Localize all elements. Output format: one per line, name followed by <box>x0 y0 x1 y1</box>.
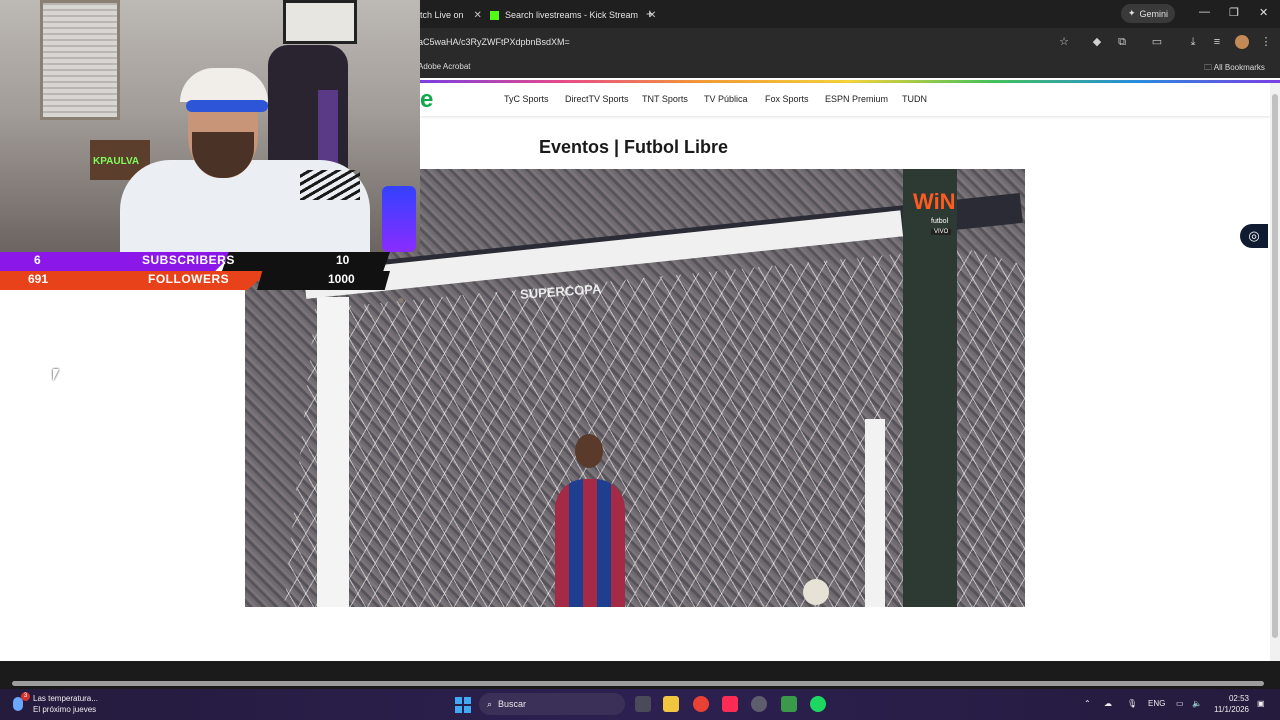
close-tab-icon[interactable]: ✕ <box>474 10 482 21</box>
task-view-icon[interactable] <box>635 696 651 712</box>
all-bookmarks-button[interactable]: 🗀 All Bookmarks <box>1204 62 1265 76</box>
all-bookmarks-label: All Bookmarks <box>1213 63 1265 72</box>
volume-icon[interactable]: 🔈 <box>1192 699 1202 708</box>
windows-start-icon[interactable] <box>455 697 471 713</box>
file-explorer-icon[interactable] <box>663 696 679 712</box>
notification-icon[interactable]: ▣ <box>1257 699 1265 708</box>
followers-label: FOLLOWERS <box>148 272 230 286</box>
weather-badge: 3 <box>21 692 30 701</box>
cap-brim <box>186 100 268 112</box>
followers-count: 691 <box>28 272 49 286</box>
tab-label: Search livestreams - Kick Stream <box>505 10 639 20</box>
nav-directtv-sports[interactable]: DirectTV Sports <box>565 94 629 104</box>
tab-label: tch Live on <box>420 10 464 20</box>
sparkle-icon: ✦ <box>1127 8 1136 18</box>
weather-line-2: El próximo jueves <box>33 705 97 714</box>
jersey-stripes <box>300 170 360 200</box>
gemini-label: Gemini <box>1139 8 1169 19</box>
live-tag: VIVO <box>931 229 952 235</box>
horizontal-scroll-thumb[interactable] <box>12 681 1264 686</box>
bookmark-star-icon[interactable]: ☆ <box>1057 35 1071 49</box>
profile-avatar[interactable] <box>1235 35 1249 49</box>
followers-progress-rest <box>257 271 390 290</box>
close-window-icon[interactable]: ✕ <box>1259 6 1268 19</box>
nav-tnt-sports[interactable]: TNT Sports <box>642 94 688 104</box>
football <box>803 579 829 605</box>
broadcaster-logo: WiN <box>913 189 956 214</box>
tab-twitch[interactable]: tch Live on ✕ <box>420 4 482 26</box>
restore-icon[interactable]: ❐ <box>1229 6 1239 19</box>
search-placeholder: Buscar <box>498 699 527 709</box>
mouse-cursor <box>53 369 59 381</box>
cast-icon[interactable]: ▭ <box>1150 35 1164 49</box>
url-field[interactable]: aC5waHA/c3RyZWFtPXdpbnBsdXM= <box>418 37 570 47</box>
player-figure <box>555 479 625 607</box>
tiktok-icon[interactable] <box>722 696 738 712</box>
followers-goal: 1000 <box>328 272 355 286</box>
taskbar-clock[interactable]: 02:53 11/1/2026 <box>1214 693 1249 715</box>
webcam-overlay: KPAULVA <box>0 0 420 252</box>
rgb-speaker <box>382 186 416 252</box>
clock-time: 02:53 <box>1228 694 1249 703</box>
vertical-scroll-thumb[interactable] <box>1272 94 1278 638</box>
nav-espn-premium[interactable]: ESPN Premium <box>825 94 888 104</box>
extension-diamond-icon[interactable]: ◆ <box>1090 35 1104 49</box>
tab-kick-search[interactable]: Search livestreams - Kick Stream ✕ <box>490 4 656 26</box>
site-logo[interactable]: e <box>420 86 433 114</box>
accessibility-widget-icon[interactable]: ◎ <box>1240 224 1268 248</box>
player-head <box>575 434 603 468</box>
clock-date: 11/1/2026 <box>1214 705 1249 714</box>
chrome-icon[interactable] <box>693 696 709 712</box>
nav-tudn[interactable]: TUDN <box>902 94 927 104</box>
search-icon: ⌕ <box>487 698 493 709</box>
microphone-icon[interactable]: 🎙 <box>1127 699 1137 708</box>
subscribers-goal-bar: 6 SUBSCRIBERS 10 <box>0 252 390 271</box>
taskbar-search[interactable]: ⌕ Buscar <box>479 693 625 715</box>
new-tab-button[interactable]: + <box>646 6 654 21</box>
nav-fox-sports[interactable]: Fox Sports <box>765 94 809 104</box>
goal-post-right <box>865 419 885 607</box>
extensions-puzzle-icon[interactable]: ⧉ <box>1115 35 1129 49</box>
subscribers-count: 6 <box>34 253 41 267</box>
network-icon[interactable]: ▭ <box>1176 699 1184 708</box>
goal-post-left <box>317 297 349 607</box>
weather-widget[interactable]: Las temperatura... El próximo jueves <box>33 693 98 715</box>
window-blinds <box>40 0 120 120</box>
followers-goal-bar: 691 FOLLOWERS 1000 <box>0 271 390 290</box>
folder-icon: 🗀 <box>1204 63 1212 72</box>
reading-list-icon[interactable]: ≡ <box>1210 35 1224 49</box>
onedrive-icon[interactable]: ☁ <box>1104 699 1112 708</box>
wall-poster <box>283 0 357 44</box>
more-menu-icon[interactable]: ⋮ <box>1259 35 1273 49</box>
page-title: Eventos | Futbol Libre <box>539 137 729 157</box>
subscribers-goal: 10 <box>336 253 350 267</box>
subscribers-progress-rest <box>222 252 390 271</box>
nav-tyc-sports[interactable]: TyC Sports <box>504 94 549 104</box>
kick-icon <box>490 10 499 20</box>
spotify-icon[interactable] <box>810 696 826 712</box>
neon-sign: KPAULVA <box>93 156 140 167</box>
weather-line-1: Las temperatura... <box>33 694 98 703</box>
gemini-button[interactable]: ✦ Gemini <box>1121 4 1175 23</box>
subscribers-label: SUBSCRIBERS <box>142 253 235 267</box>
tray-chevron-icon[interactable]: ⌃ <box>1084 699 1091 708</box>
broadcaster-sub: futbol <box>931 218 949 225</box>
bookmark-adobe-acrobat[interactable]: Adobe Acrobat <box>418 62 470 71</box>
streaming-app-icon[interactable] <box>781 696 797 712</box>
nav-tv-publica[interactable]: TV Pública <box>704 94 748 104</box>
download-icon[interactable]: ⤓ <box>1186 35 1200 49</box>
language-indicator[interactable]: ENG <box>1148 699 1165 708</box>
obs-icon[interactable] <box>751 696 767 712</box>
minimize-icon[interactable]: — <box>1199 6 1210 18</box>
